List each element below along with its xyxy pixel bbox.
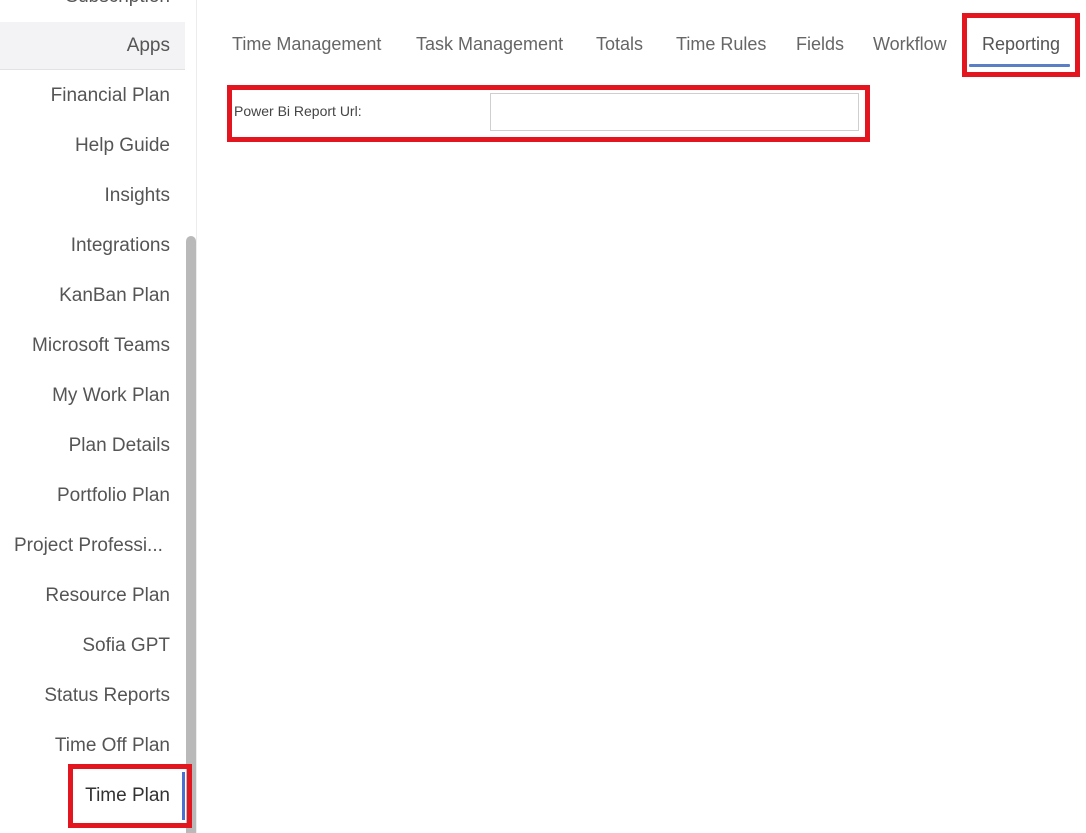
sidebar-item-financial-plan[interactable]: Financial Plan bbox=[0, 71, 170, 121]
sidebar: Subscription Apps Financial Plan Help Gu… bbox=[0, 0, 197, 833]
power-bi-url-label: Power Bi Report Url: bbox=[234, 103, 362, 119]
sidebar-item-resource-plan[interactable]: Resource Plan bbox=[0, 571, 170, 621]
sidebar-item-subscription[interactable]: Subscription bbox=[0, 0, 170, 22]
sidebar-item-apps[interactable]: Apps bbox=[0, 22, 185, 70]
sidebar-item-help-guide[interactable]: Help Guide bbox=[0, 121, 170, 171]
sidebar-item-kanban-plan[interactable]: KanBan Plan bbox=[0, 271, 170, 321]
tab-fields[interactable]: Fields bbox=[796, 26, 844, 62]
sidebar-item-sofia-gpt[interactable]: Sofia GPT bbox=[0, 621, 170, 671]
sidebar-active-marker bbox=[182, 772, 185, 820]
tab-time-management[interactable]: Time Management bbox=[232, 26, 381, 62]
sidebar-item-insights[interactable]: Insights bbox=[0, 171, 170, 221]
active-tab-underline bbox=[969, 64, 1070, 67]
sidebar-item-time-plan[interactable]: Time Plan bbox=[0, 771, 170, 821]
sidebar-item-project-professional[interactable]: Project Professi... bbox=[14, 521, 174, 571]
tab-time-rules[interactable]: Time Rules bbox=[676, 26, 766, 62]
sidebar-item-plan-details[interactable]: Plan Details bbox=[0, 421, 170, 471]
tab-workflow[interactable]: Workflow bbox=[873, 26, 947, 62]
sidebar-item-time-off-plan[interactable]: Time Off Plan bbox=[0, 721, 170, 771]
tab-reporting[interactable]: Reporting bbox=[982, 26, 1060, 62]
power-bi-url-input[interactable] bbox=[490, 93, 859, 131]
sidebar-item-integrations[interactable]: Integrations bbox=[0, 221, 170, 271]
sidebar-scrollbar-thumb[interactable] bbox=[186, 236, 196, 833]
sidebar-item-my-work-plan[interactable]: My Work Plan bbox=[0, 371, 170, 421]
sidebar-item-status-reports[interactable]: Status Reports bbox=[0, 671, 170, 721]
sidebar-item-microsoft-teams[interactable]: Microsoft Teams bbox=[0, 321, 170, 371]
tab-task-management[interactable]: Task Management bbox=[416, 26, 563, 62]
tab-totals[interactable]: Totals bbox=[596, 26, 643, 62]
sidebar-item-portfolio-plan[interactable]: Portfolio Plan bbox=[0, 471, 170, 521]
